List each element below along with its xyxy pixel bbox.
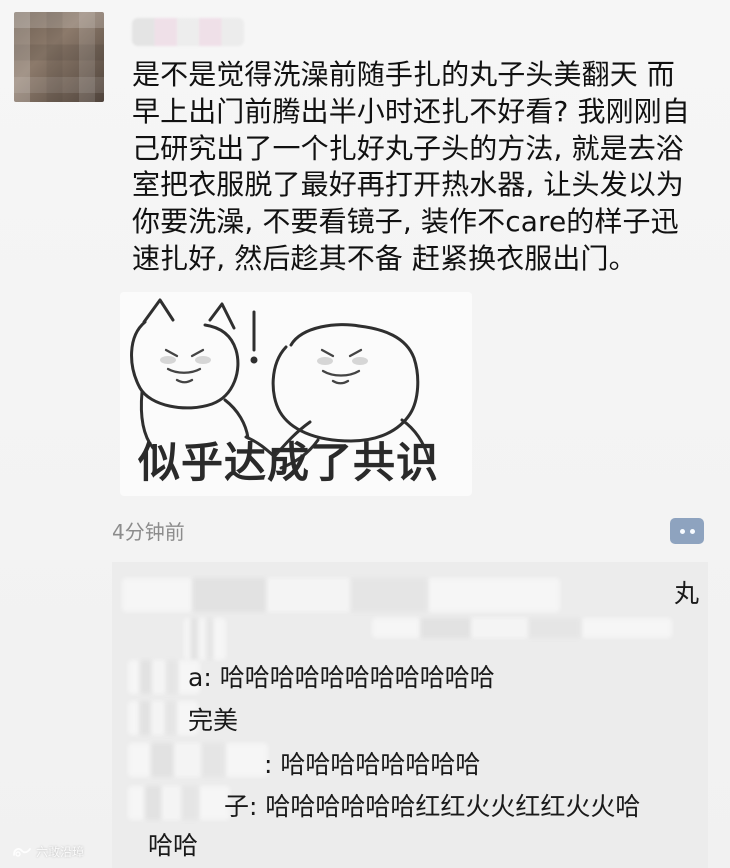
blurred-comment-snippet bbox=[372, 618, 672, 638]
comments-panel: 丸 a: 哈哈哈哈哈哈哈哈哈哈哈 完美 : 哈哈哈哈哈哈哈哈 子: 哈哈哈哈哈哈… bbox=[112, 562, 708, 868]
blurred-comment-snippet bbox=[122, 578, 560, 612]
blurred-avatar[interactable] bbox=[14, 12, 104, 102]
comment-icon bbox=[679, 528, 685, 534]
comment-line: 哈哈 bbox=[148, 831, 199, 860]
meme-image[interactable]: 似乎达成了共识 bbox=[120, 292, 472, 496]
post-text: 是不是觉得洗澡前随手扎的丸子头美翻天 而 早上出门前腾出半小时还扎不好看? 我刚… bbox=[132, 58, 690, 275]
watermark: 六敢沿璋 bbox=[12, 845, 84, 859]
comment-line: 完美 bbox=[188, 706, 239, 735]
meme-caption: 似乎达成了共识 bbox=[138, 438, 440, 487]
watermark-logo-icon bbox=[13, 848, 31, 857]
moment-screen: 是不是觉得洗澡前随手扎的丸子头美翻天 而 早上出门前腾出半小时还扎不好看? 我刚… bbox=[0, 0, 730, 868]
blurred-comment-snippet bbox=[128, 743, 268, 777]
comment-line: 子: 哈哈哈哈哈哈红红火火红红火火哈 bbox=[224, 792, 641, 821]
blurred-comment-snippet bbox=[184, 618, 226, 660]
blurred-comment-snippet bbox=[128, 786, 230, 820]
blurred-username[interactable] bbox=[132, 18, 244, 46]
comment-icon bbox=[689, 528, 695, 534]
watermark-text: 六敢沿璋 bbox=[36, 845, 85, 859]
comment-line: a: 哈哈哈哈哈哈哈哈哈哈哈 bbox=[188, 663, 495, 692]
post-timestamp: 4分钟前 bbox=[112, 520, 185, 544]
comment-button[interactable] bbox=[670, 518, 704, 544]
partial-comment-text: 丸 bbox=[674, 579, 700, 608]
comment-line: : 哈哈哈哈哈哈哈哈 bbox=[264, 750, 481, 779]
